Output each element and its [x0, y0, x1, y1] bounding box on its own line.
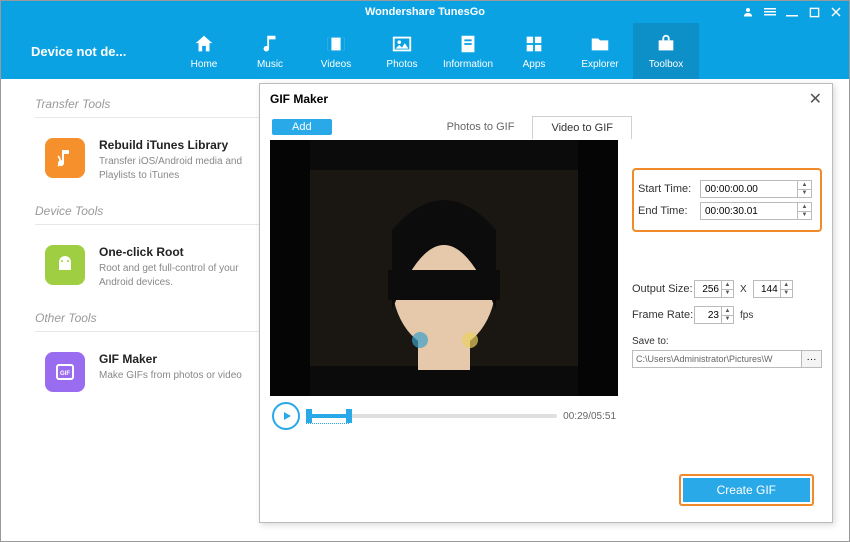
mode-tabs: Photos to GIF Video to GIF	[429, 116, 632, 139]
start-time-stepper[interactable]: ▲▼	[797, 181, 811, 197]
output-height-stepper[interactable]: ▲▼	[780, 281, 792, 297]
browse-button[interactable]: ···	[802, 350, 822, 368]
save-path-input[interactable]	[632, 350, 802, 368]
range-start-handle[interactable]	[306, 409, 312, 423]
start-time-label: Start Time:	[638, 183, 700, 195]
output-width-stepper[interactable]: ▲▼	[721, 281, 733, 297]
end-time-input[interactable]	[701, 203, 797, 219]
end-time-stepper[interactable]: ▲▼	[797, 203, 811, 219]
preview-image	[270, 140, 618, 396]
seek-track[interactable]	[306, 406, 557, 426]
android-icon	[45, 245, 85, 285]
nav-videos[interactable]: Videos	[303, 23, 369, 79]
gif-options: Start Time: ▲▼ End Time: ▲▼ Output	[618, 140, 822, 436]
start-time-input[interactable]	[701, 181, 797, 197]
nav-tabs: Home Music Videos Photos Information App…	[171, 23, 699, 79]
nav-photos[interactable]: Photos	[369, 23, 435, 79]
create-highlight: Create GIF	[679, 474, 814, 506]
maximize-icon[interactable]	[807, 7, 821, 18]
tool-desc: Transfer iOS/Android media and Playlists…	[99, 155, 259, 182]
modal-toolbar: Add Photos to GIF Video to GIF	[260, 114, 832, 140]
nav-information[interactable]: Information	[435, 23, 501, 79]
frame-rate-label: Frame Rate:	[632, 309, 694, 321]
nav-label: Music	[257, 59, 283, 70]
time-range-block: Start Time: ▲▼ End Time: ▲▼	[632, 168, 822, 232]
tool-desc: Make GIFs from photos or video	[99, 369, 242, 383]
close-icon[interactable]	[829, 6, 843, 18]
tool-rebuild-itunes[interactable]: Rebuild iTunes Library Transfer iOS/Andr…	[35, 126, 259, 204]
tool-title: Rebuild iTunes Library	[99, 138, 259, 152]
save-to-label: Save to:	[632, 336, 822, 347]
menu-icon[interactable]	[763, 6, 777, 18]
output-size-label: Output Size:	[632, 283, 694, 295]
nav-label: Toolbox	[649, 59, 683, 70]
video-preview	[270, 140, 618, 396]
tool-desc: Root and get full-control of your Androi…	[99, 262, 259, 289]
fps-label: fps	[740, 310, 753, 321]
modal-close-icon[interactable]: ✕	[809, 89, 822, 109]
tab-photos-to-gif[interactable]: Photos to GIF	[429, 116, 533, 139]
tool-gif-maker[interactable]: GIF GIF Maker Make GIFs from photos or v…	[35, 340, 259, 414]
svg-text:GIF: GIF	[60, 371, 70, 377]
gif-maker-modal: GIF Maker ✕ Add Photos to GIF Video to G…	[259, 83, 833, 523]
output-width-input[interactable]	[695, 281, 721, 297]
frame-rate-input[interactable]	[695, 307, 721, 323]
playback-time: 00:29/05:51	[563, 411, 616, 422]
end-time-label: End Time:	[638, 205, 700, 217]
section-device-title: Device Tools	[35, 204, 259, 225]
frame-rate-stepper[interactable]: ▲▼	[721, 307, 733, 323]
app-title: Wondershare TunesGo	[365, 6, 485, 18]
tool-title: One-click Root	[99, 245, 259, 259]
nav-music[interactable]: Music	[237, 23, 303, 79]
nav-label: Apps	[523, 59, 546, 70]
nav-toolbox[interactable]: Toolbox	[633, 23, 699, 79]
nav-apps[interactable]: Apps	[501, 23, 567, 79]
section-other-title: Other Tools	[35, 311, 259, 332]
music-sync-icon	[45, 138, 85, 178]
video-player-controls: 00:29/05:51	[270, 396, 618, 436]
output-x-label: X	[740, 284, 747, 295]
add-button[interactable]: Add	[272, 119, 332, 135]
tool-one-click-root[interactable]: One-click Root Root and get full-control…	[35, 233, 259, 311]
section-transfer-title: Transfer Tools	[35, 97, 259, 118]
nav-home[interactable]: Home	[171, 23, 237, 79]
minimize-icon[interactable]	[785, 6, 799, 18]
sidebar: Transfer Tools Rebuild iTunes Library Tr…	[1, 79, 269, 541]
range-end-handle[interactable]	[346, 409, 352, 423]
gif-icon: GIF	[45, 352, 85, 392]
play-button[interactable]	[272, 402, 300, 430]
nav-label: Photos	[386, 59, 417, 70]
nav-label: Videos	[321, 59, 351, 70]
modal-title: GIF Maker	[270, 92, 328, 106]
main-toolbar: Device not de... Home Music Videos Photo…	[1, 23, 849, 79]
nav-label: Information	[443, 59, 493, 70]
tab-video-to-gif[interactable]: Video to GIF	[532, 116, 632, 139]
window-titlebar: Wondershare TunesGo	[1, 1, 849, 23]
user-icon[interactable]	[741, 6, 755, 18]
nav-label: Home	[191, 59, 218, 70]
output-height-input[interactable]	[754, 281, 780, 297]
window-controls	[741, 1, 843, 23]
nav-label: Explorer	[581, 59, 618, 70]
tool-title: GIF Maker	[99, 352, 242, 366]
device-label: Device not de...	[1, 44, 171, 59]
create-gif-button[interactable]: Create GIF	[683, 478, 810, 502]
modal-titlebar: GIF Maker ✕	[260, 84, 832, 114]
nav-explorer[interactable]: Explorer	[567, 23, 633, 79]
